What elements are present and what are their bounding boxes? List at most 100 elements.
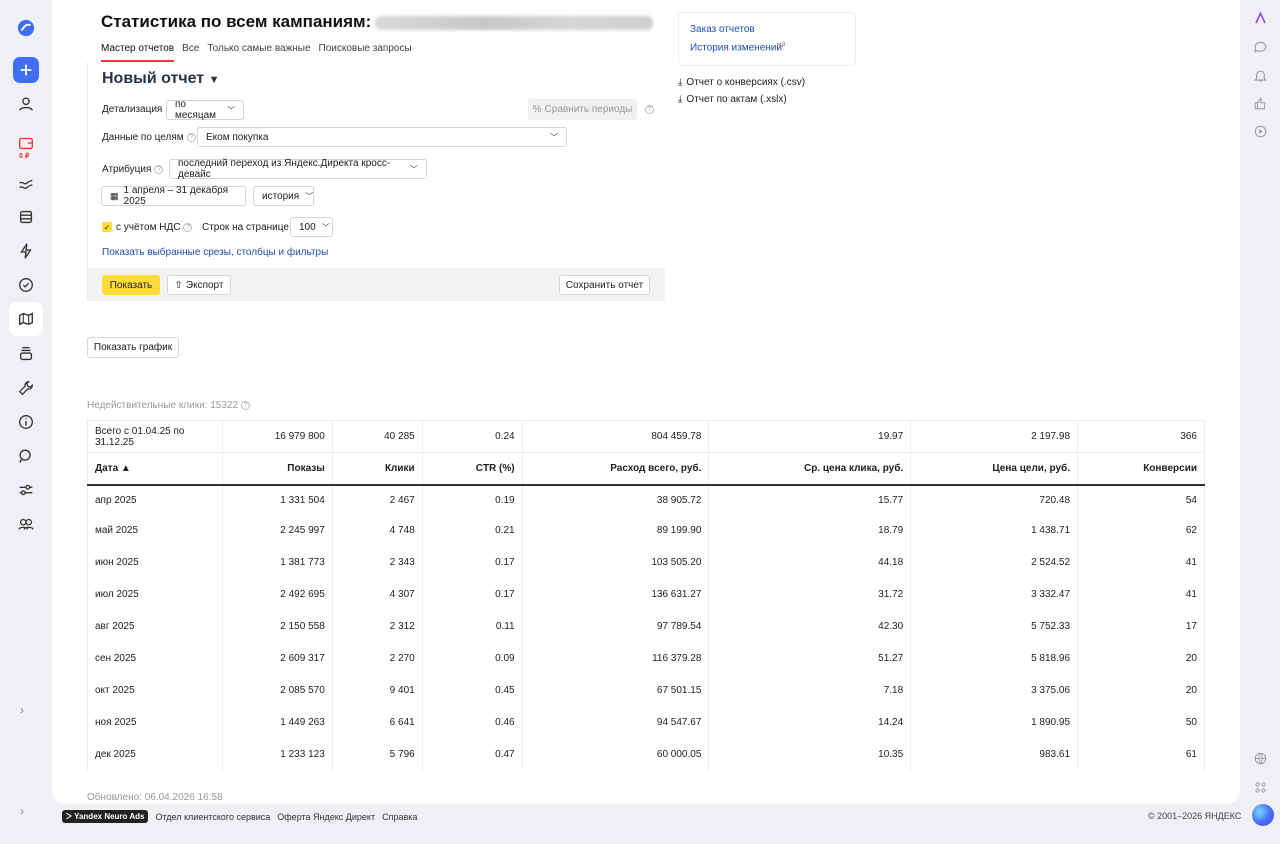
report-name[interactable]: Новый отчет ▼	[102, 70, 219, 88]
conversions-report-link[interactable]: ⤓ Отчет о конверсиях (.csv)	[678, 77, 805, 88]
create-plus-icon[interactable]	[13, 57, 39, 83]
panel-footer: Показать ⇧ Экспорт Сохранить отчет	[88, 268, 665, 301]
yandex-ai-icon[interactable]	[1252, 10, 1268, 26]
cell-date: июн 2025	[87, 546, 223, 579]
footer-link-offer[interactable]: Оферта Яндекс Директ	[277, 812, 375, 822]
column-header-conversions[interactable]: Конверсии	[1077, 452, 1205, 486]
stack-icon[interactable]	[13, 341, 39, 367]
table-row: июн 2025 1 381 773 2 343 0.17 103 505.20 44.1…	[87, 546, 1205, 579]
users-icon[interactable]	[13, 511, 39, 537]
history-select[interactable]: история ﹀	[253, 186, 314, 206]
footer-link-help[interactable]: Справка	[382, 812, 417, 822]
export-button[interactable]: ⇧ Экспорт	[167, 275, 231, 295]
goals-help-icon[interactable]: ?	[186, 132, 196, 142]
vat-checkbox[interactable]: ✓	[102, 222, 112, 232]
thumbs-up-icon[interactable]	[1252, 95, 1268, 111]
acts-report-link[interactable]: ⤓ Отчет по актам (.xslx)	[678, 94, 787, 105]
settings-sliders-icon[interactable]	[13, 477, 39, 503]
column-header-impressions[interactable]: Показы	[221, 452, 333, 486]
lightning-icon[interactable]	[13, 238, 39, 264]
info-icon[interactable]	[13, 409, 39, 435]
compare-periods-button[interactable]: % Сравнить периоды	[528, 99, 637, 120]
blurred-account-name	[375, 15, 654, 30]
attribution-label: Атрибуция?	[102, 164, 164, 175]
attribution-label-text: Атрибуция	[102, 164, 152, 175]
apps-grid-icon[interactable]	[1252, 779, 1268, 795]
cell-spend: 116 379.28	[521, 642, 709, 675]
ads-logo-icon: ᐳ	[66, 812, 72, 821]
column-header-goal-cost[interactable]: Цена цели, руб.	[910, 452, 1078, 486]
trend-icon[interactable]	[13, 171, 39, 197]
statistics-map-icon[interactable]	[9, 302, 43, 336]
column-header-avg-cpc[interactable]: Ср. цена клика, руб.	[708, 452, 911, 486]
alice-assistant-icon[interactable]	[1252, 804, 1274, 826]
percent-icon: %	[532, 104, 542, 115]
globe-icon[interactable]	[1252, 750, 1268, 766]
expand-chevron-icon[interactable]: ›	[20, 703, 24, 717]
chevron-down-icon: ﹀	[321, 222, 330, 232]
table-row: авг 2025 2 150 558 2 312 0.11 97 789.54 42.30…	[87, 610, 1205, 643]
check-circle-icon[interactable]	[13, 272, 39, 298]
play-circle-icon[interactable]	[1252, 123, 1268, 139]
rows-per-page-select[interactable]: 100 ﹀	[290, 217, 333, 237]
change-history-link[interactable]: История измененийβ	[690, 42, 785, 53]
wrench-icon[interactable]	[13, 375, 39, 401]
direct-logo-icon[interactable]	[13, 15, 39, 41]
invalid-clicks-help-icon[interactable]: ?	[241, 400, 251, 410]
show-filters-link[interactable]: Показать выбранные срезы, столбцы и филь…	[102, 247, 328, 258]
updated-timestamp: Обновлено: 06.04.2026 16:58	[87, 792, 223, 803]
tab-master[interactable]: Мастер отчетов	[101, 43, 175, 62]
report-name-text: Новый отчет	[102, 70, 205, 87]
chevron-down-icon: ﹀	[550, 132, 558, 142]
tab-search-queries[interactable]: Поисковые запросы	[319, 43, 412, 62]
vat-help-icon[interactable]: ?	[183, 222, 193, 232]
detail-select[interactable]: по месяцам ﹀	[166, 99, 244, 121]
cell-impressions: 1 449 263	[221, 706, 333, 739]
cell-conversions: 62	[1077, 514, 1205, 547]
table-row: ноя 2025 1 449 263 6 641 0.46 94 547.67 14.24…	[87, 706, 1205, 739]
cell-spend: 60 000.05	[521, 738, 709, 771]
table-row: апр 2025 1 331 504 2 467 0.19 38 905.72 15.77…	[87, 484, 1205, 515]
tab-important[interactable]: Только самые важные	[207, 43, 310, 62]
save-report-button[interactable]: Сохранить отчет	[559, 275, 650, 295]
cell-spend: 103 505.20	[521, 546, 709, 579]
cell-ctr: 0.17	[421, 578, 523, 611]
user-icon[interactable]	[13, 91, 39, 117]
table-row: июл 2025 2 492 695 4 307 0.17 136 631.27 31.7…	[87, 578, 1205, 611]
compare-help-icon[interactable]: ?	[645, 105, 654, 114]
chat-icon[interactable]	[1252, 39, 1268, 55]
cell-impressions: 2 245 997	[221, 514, 333, 547]
order-reports-link[interactable]: Заказ отчетов	[690, 24, 755, 35]
cell-date: дек 2025	[87, 738, 223, 771]
report-tabs: Мастер отчетов Все Только самые важные П…	[101, 43, 412, 62]
download-icon: ⤓	[678, 77, 683, 88]
column-header-date[interactable]: Дата ▲	[87, 452, 223, 486]
search-icon[interactable]	[13, 443, 39, 469]
database-icon[interactable]	[13, 204, 39, 230]
neuro-ads-logo[interactable]: ᐳ Yandex Neuro Ads	[62, 810, 149, 823]
collapse-chevron-icon[interactable]: ›	[20, 804, 24, 818]
cell-impressions: 2 609 317	[221, 642, 333, 675]
cell-clicks: 2 312	[331, 610, 423, 643]
column-header-spend[interactable]: Расход всего, руб.	[521, 452, 709, 486]
cell-clicks: 4 748	[331, 514, 423, 547]
tab-all[interactable]: Все	[182, 43, 199, 62]
column-header-clicks[interactable]: Клики	[331, 452, 423, 486]
chevron-down-icon: ﹀	[410, 164, 418, 174]
table-row: дек 2025 1 233 123 5 796 0.47 60 000.05 10.35…	[87, 738, 1205, 771]
footer-link-support[interactable]: Отдел клиентского сервиса	[155, 812, 270, 822]
column-header-ctr[interactable]: CTR (%)	[421, 452, 523, 486]
attribution-help-icon[interactable]: ?	[154, 164, 164, 174]
cell-avg-cpc: 14.24	[708, 706, 911, 739]
cell-spend: 67 501.15	[521, 674, 709, 707]
acts-report-text: Отчет по актам (.xslx)	[686, 94, 787, 105]
goals-select[interactable]: Еком покупка ﹀	[197, 127, 567, 147]
show-button[interactable]: Показать	[102, 275, 160, 295]
bell-icon[interactable]	[1252, 67, 1268, 83]
date-range-picker[interactable]: ▦ 1 апреля – 31 декабря 2025	[101, 185, 246, 207]
chevron-down-icon: ﹀	[305, 191, 314, 201]
cell-conversions: 54	[1077, 484, 1205, 515]
attribution-select[interactable]: последний переход из Яндекс.Директа крос…	[169, 158, 427, 180]
show-chart-button[interactable]: Показать график	[87, 337, 179, 358]
total-cell-impressions: 16 979 800	[221, 420, 333, 453]
